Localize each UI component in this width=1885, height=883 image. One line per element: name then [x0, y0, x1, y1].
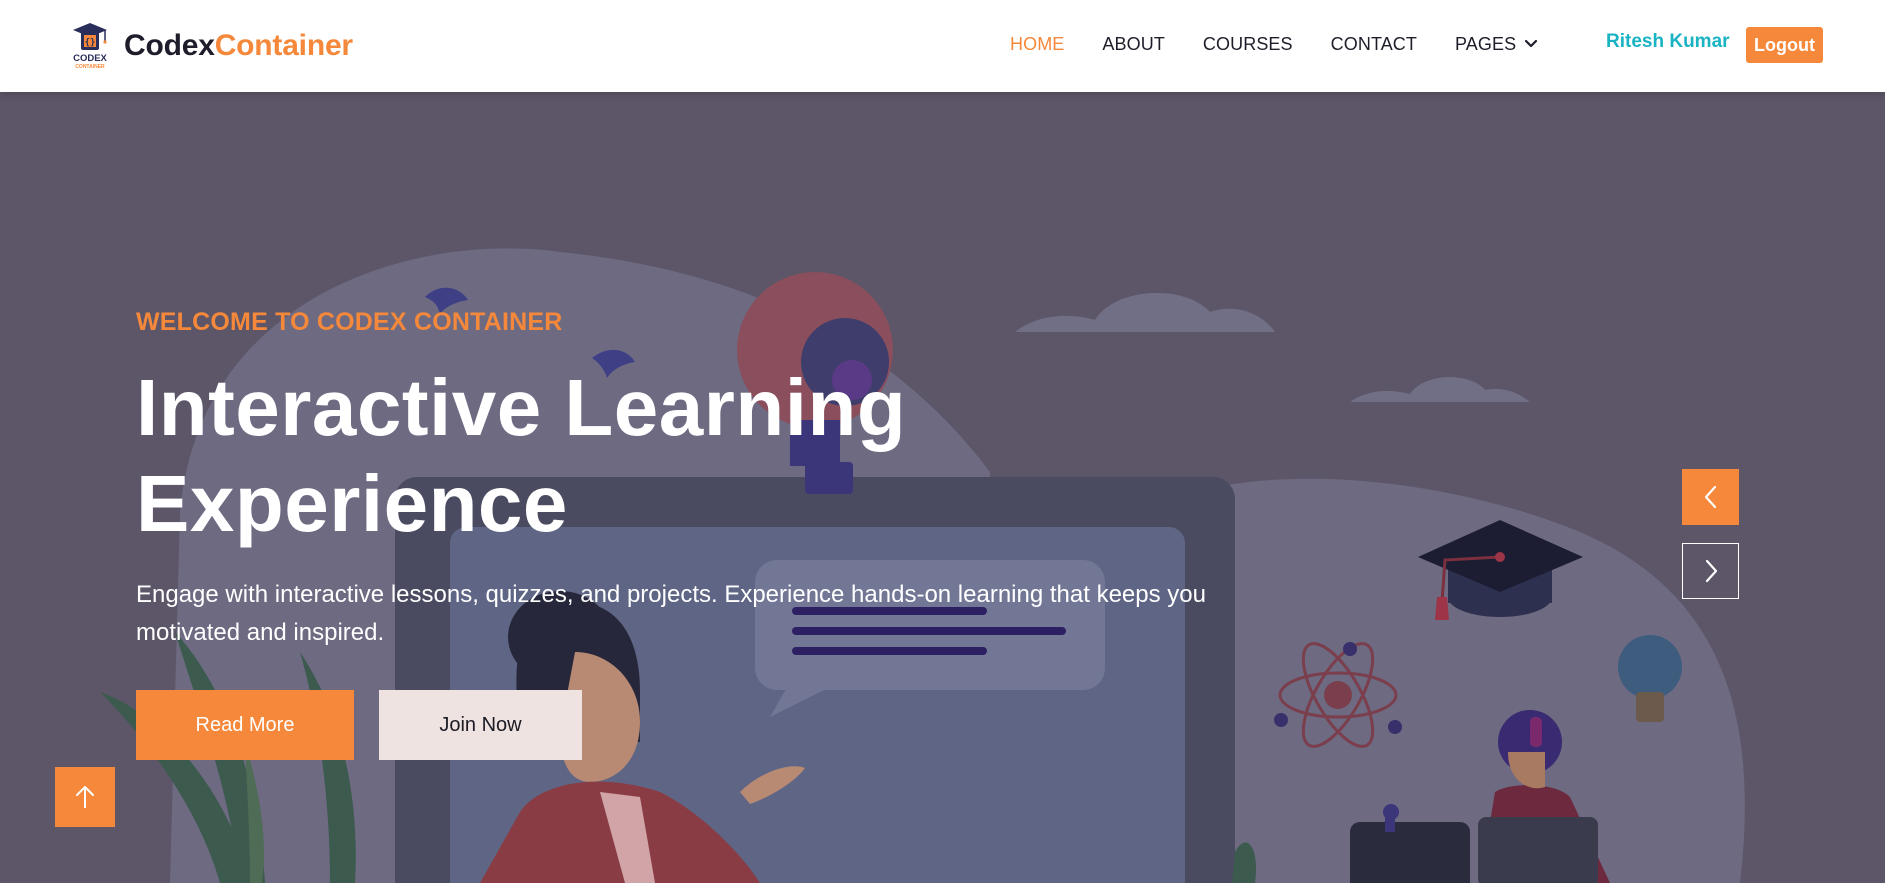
hero-headline: Interactive Learning Experience [136, 360, 1136, 552]
svg-text:{}: {} [85, 38, 96, 48]
chevron-right-icon [1705, 559, 1717, 583]
back-to-top-button[interactable] [55, 767, 115, 827]
hero-kicker: WELCOME TO CODEX CONTAINER [136, 308, 563, 336]
nav-home[interactable]: HOME [1010, 34, 1064, 55]
nav-contact[interactable]: CONTACT [1331, 34, 1417, 55]
nav-pages-dropdown[interactable]: PAGES [1455, 34, 1538, 55]
user-name[interactable]: Ritesh Kumar [1606, 31, 1730, 53]
join-now-button[interactable]: Join Now [379, 690, 582, 760]
nav-about[interactable]: ABOUT [1102, 34, 1165, 55]
hero-carousel: WELCOME TO CODEX CONTAINER Interactive L… [0, 92, 1885, 883]
brand-name-part1: Codex [124, 29, 215, 62]
nav-courses[interactable]: COURSES [1203, 34, 1293, 55]
hero-subtext: Engage with interactive lessons, quizzes… [136, 581, 1206, 646]
brand[interactable]: {} CODEX CONTAINER CodexContainer [70, 18, 353, 74]
brand-logo-text: CODEX [73, 53, 107, 64]
chevron-left-icon [1704, 485, 1716, 509]
brand-name: CodexContainer [124, 29, 353, 63]
brand-logo-icon: {} CODEX CONTAINER [70, 21, 110, 71]
navbar: {} CODEX CONTAINER CodexContainer HOME A… [0, 0, 1885, 92]
read-more-button[interactable]: Read More [136, 690, 354, 760]
main-nav: HOME ABOUT COURSES CONTACT PAGES [1010, 0, 1576, 88]
hero-headline-line1: Interactive Learning [136, 363, 907, 452]
logout-button[interactable]: Logout [1746, 27, 1823, 63]
hero-headline-line2: Experience [136, 459, 568, 548]
carousel-prev-button[interactable] [1682, 469, 1739, 525]
chevron-down-icon [1525, 39, 1538, 48]
brand-name-part2: Container [214, 29, 353, 62]
nav-pages-label: PAGES [1455, 33, 1517, 54]
carousel-next-button[interactable] [1682, 543, 1739, 599]
arrow-up-icon [76, 786, 94, 808]
brand-logo-subtext: CONTAINER [75, 64, 105, 70]
